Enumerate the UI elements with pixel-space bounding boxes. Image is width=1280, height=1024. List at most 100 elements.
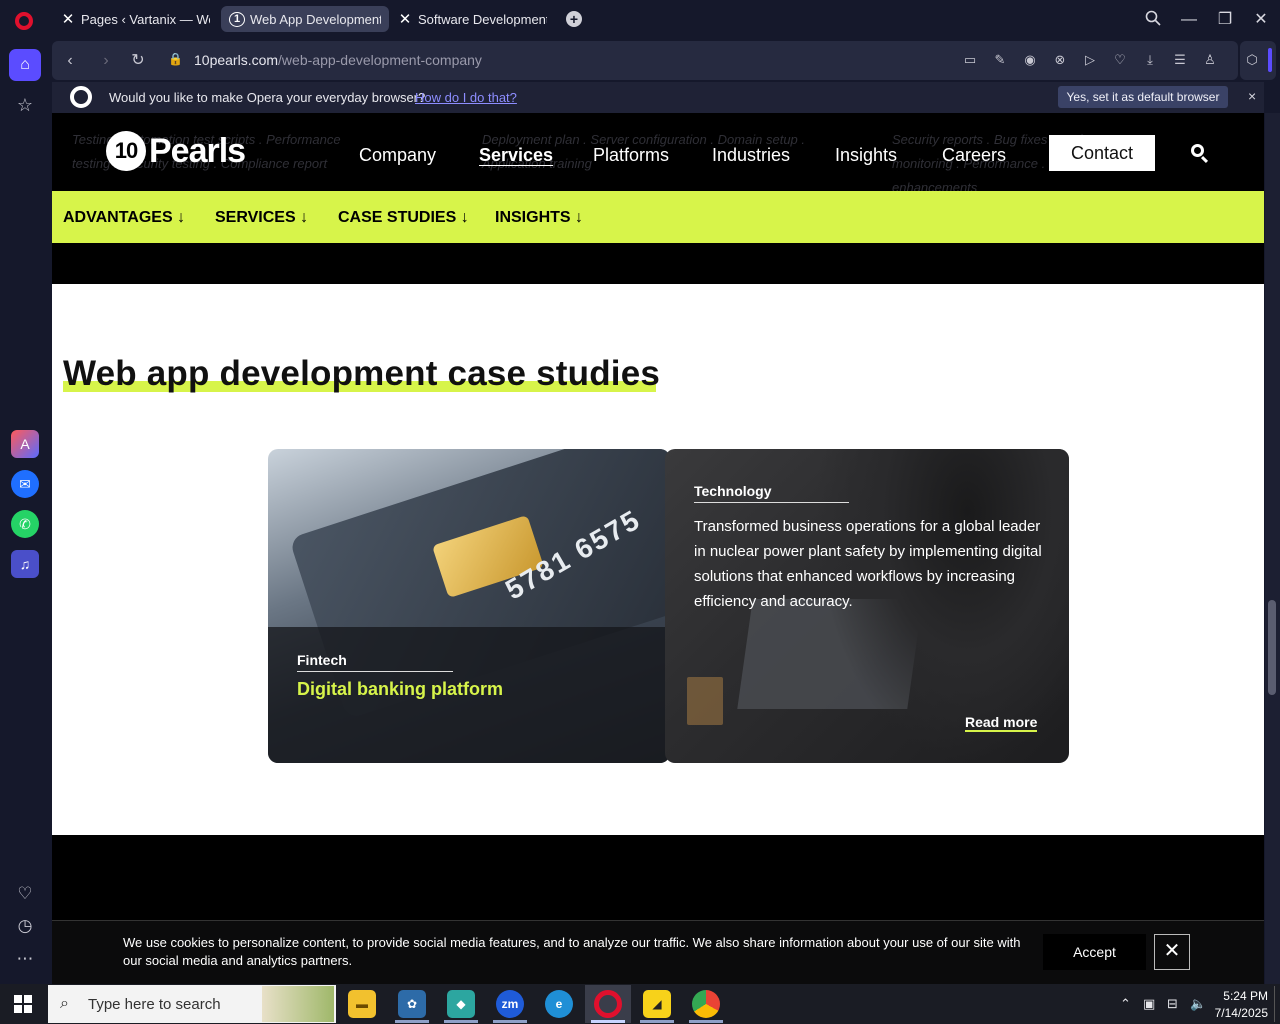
card-description: Transformed business operations for a gl… — [694, 518, 1042, 610]
read-more-link[interactable]: Read more — [965, 714, 1038, 732]
running-indicator — [640, 1020, 674, 1023]
heart-icon[interactable]: ♡ — [11, 880, 39, 908]
app-icon[interactable]: ◆ — [447, 990, 475, 1018]
profile-icon[interactable]: ♙ — [1201, 51, 1219, 69]
logo-mark: 10 — [106, 131, 146, 171]
history-icon[interactable]: ◷ — [11, 912, 39, 940]
running-indicator — [689, 1020, 723, 1023]
volume-icon[interactable]: 🔈 — [1190, 996, 1206, 1012]
case-study-card-technology[interactable]: Technology Transformed business operatio… — [665, 449, 1069, 763]
lock-icon[interactable]: 🔒 — [168, 52, 183, 66]
card-category: Technology — [694, 483, 772, 499]
prompt-question: Would you like to make Opera your everyd… — [109, 90, 426, 105]
zoom-icon[interactable]: zm — [496, 990, 524, 1018]
subnav-advantages[interactable]: ADVANTAGES ↓ — [63, 209, 185, 227]
opera-logo-icon — [70, 86, 92, 108]
easy-setup-icon[interactable]: ☰ — [1171, 51, 1189, 69]
prompt-help-link[interactable]: How do I do that? — [415, 90, 517, 105]
category-divider — [297, 671, 453, 672]
edge-icon[interactable]: e — [545, 990, 573, 1018]
nav-platforms[interactable]: Platforms — [593, 145, 669, 166]
new-tab-button[interactable]: + — [566, 11, 582, 27]
adblock-icon[interactable]: ⊗ — [1051, 51, 1069, 69]
subnav-case-studies[interactable]: CASE STUDIES ↓ — [338, 209, 469, 227]
running-indicator — [444, 1020, 478, 1023]
clock-time: 5:24 PM — [1223, 989, 1268, 1003]
camera-icon[interactable]: ◉ — [1021, 51, 1039, 69]
tab-pages-vartanix[interactable]: ✕ Pages ‹ Vartanix — WordP — [52, 6, 218, 32]
star-icon[interactable]: ☆ — [11, 91, 39, 119]
reload-icon[interactable]: ↻ — [128, 51, 148, 71]
tray-expand-icon[interactable]: ⌃ — [1120, 996, 1131, 1012]
search-icon: ⌕ — [60, 995, 69, 1012]
url-domain: 10pearls.com — [194, 52, 279, 68]
10pearls-favicon-icon: 1 — [229, 11, 245, 27]
running-indicator — [493, 1020, 527, 1023]
taskbar-search-placeholder: Type here to search — [88, 996, 221, 1013]
web-page: Testing . Automation test scripts . Perf… — [52, 113, 1264, 984]
x-logo-icon: ✕ — [61, 11, 75, 28]
close-window-button[interactable]: ✕ — [1251, 10, 1271, 30]
set-default-button[interactable]: Yes, set it as default browser — [1058, 86, 1228, 108]
cookie-accept-button[interactable]: Accept — [1043, 934, 1146, 970]
page-scrollbar[interactable] — [1265, 113, 1280, 984]
extensions-icon[interactable]: ⬡ — [1243, 51, 1261, 69]
nav-insights[interactable]: Insights — [835, 145, 897, 166]
case-study-card-fintech[interactable]: 5781 6575 Fintech Digital banking platfo… — [268, 449, 670, 763]
opera-menu-icon[interactable] — [15, 12, 33, 30]
card-title[interactable]: Digital banking platform — [297, 679, 503, 700]
nav-company[interactable]: Company — [359, 145, 436, 166]
running-indicator — [591, 1020, 625, 1023]
paint-icon[interactable]: ✿ — [398, 990, 426, 1018]
heart-icon[interactable]: ♡ — [1111, 51, 1129, 69]
search-icon[interactable] — [1190, 143, 1210, 164]
clock-date: 7/14/2025 — [1214, 1006, 1268, 1020]
subnav-services[interactable]: SERVICES ↓ — [215, 209, 308, 227]
music-player-icon[interactable]: ♫ — [11, 550, 39, 578]
back-icon[interactable]: ‹ — [60, 51, 80, 71]
nav-careers[interactable]: Careers — [942, 145, 1006, 166]
windows-start-icon[interactable] — [14, 995, 32, 1013]
category-divider — [694, 502, 849, 503]
site-logo[interactable]: 10 Pearls — [106, 131, 246, 171]
opera-icon[interactable] — [594, 990, 622, 1018]
tab-search-icon[interactable] — [1143, 10, 1163, 30]
running-indicator — [395, 1020, 429, 1023]
url-field[interactable]: 10pearls.com/web-app-development-company — [194, 52, 482, 68]
forward-icon[interactable]: › — [96, 51, 116, 71]
tab-software-development[interactable]: ✕ Software Development & — [389, 6, 555, 32]
edit-icon[interactable]: ✎ — [991, 51, 1009, 69]
prompt-close-icon[interactable]: × — [1248, 88, 1256, 104]
coffee-cup-image — [687, 677, 723, 725]
more-icon[interactable]: ⋯ — [11, 945, 39, 973]
subnav-insights[interactable]: INSIGHTS ↓ — [495, 209, 583, 227]
whatsapp-icon[interactable]: ✆ — [11, 510, 39, 538]
dark-strip — [52, 243, 1264, 284]
extension-indicator — [1268, 48, 1272, 72]
file-explorer-icon[interactable]: ▬ — [348, 990, 376, 1018]
messenger-icon[interactable]: ✉ — [11, 470, 39, 498]
sticky-notes-icon[interactable]: ◢ — [643, 990, 671, 1018]
nav-services[interactable]: Services — [479, 145, 553, 166]
tab-web-app-development[interactable]: 1 Web App Development Co — [221, 6, 389, 32]
wifi-icon[interactable]: ⊟ — [1167, 996, 1178, 1012]
contact-button[interactable]: Contact — [1049, 135, 1155, 171]
chrome-icon[interactable] — [692, 990, 720, 1018]
restore-button[interactable]: ❐ — [1215, 10, 1235, 30]
search-highlight-image — [262, 986, 334, 1022]
taskbar-clock[interactable]: 5:24 PM 7/14/2025 — [1212, 988, 1268, 1022]
x-logo-icon: ✕ — [398, 11, 412, 28]
show-desktop-button[interactable] — [1274, 986, 1275, 1022]
home-icon[interactable]: ⌂ — [9, 49, 41, 81]
cookie-text: We use cookies to personalize content, t… — [123, 935, 1021, 968]
aria-icon[interactable]: A — [11, 430, 39, 458]
player-icon[interactable]: ▷ — [1081, 51, 1099, 69]
download-icon[interactable]: ⤓ — [1141, 51, 1159, 69]
reader-mode-icon[interactable]: ▭ — [961, 51, 979, 69]
scrollbar-thumb[interactable] — [1268, 600, 1276, 695]
section-title: Web app development case studies — [63, 354, 661, 393]
minimize-button[interactable]: — — [1179, 10, 1199, 30]
network-status-icon[interactable]: ▣ — [1143, 996, 1155, 1012]
cookie-close-icon[interactable]: ✕ — [1154, 934, 1190, 970]
nav-industries[interactable]: Industries — [712, 145, 790, 166]
